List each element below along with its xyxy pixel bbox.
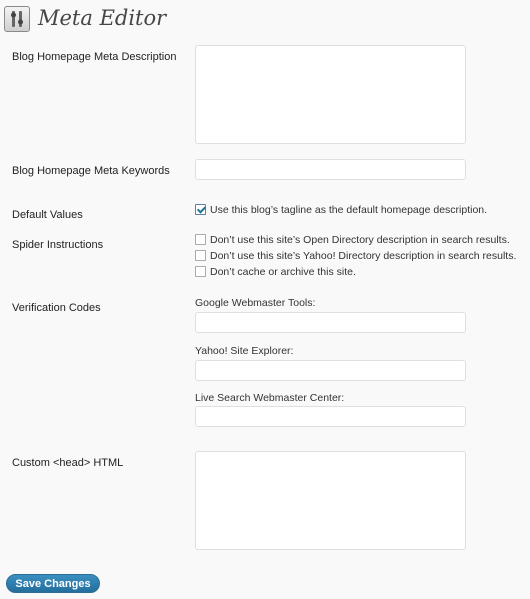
no-archive-checkbox[interactable] xyxy=(195,266,206,277)
yahoo-site-explorer-label: Yahoo! Site Explorer: xyxy=(195,345,294,357)
yahoo-site-explorer-input[interactable] xyxy=(195,360,466,381)
no-ydir-text: Don’t use this site’s Yahoo! Directory d… xyxy=(210,250,517,262)
homepage-keywords-input[interactable] xyxy=(195,159,466,180)
page-title: Meta Editor xyxy=(38,6,167,30)
meta-editor-tools-icon xyxy=(4,6,30,32)
no-odp-text: Don’t use this site’s Open Directory des… xyxy=(210,234,510,246)
homepage-description-label: Blog Homepage Meta Description xyxy=(12,51,177,63)
homepage-keywords-label: Blog Homepage Meta Keywords xyxy=(12,165,170,177)
no-archive-option[interactable]: Don’t cache or archive this site. xyxy=(195,266,356,280)
live-search-label: Live Search Webmaster Center: xyxy=(195,392,345,404)
homepage-description-textarea[interactable] xyxy=(195,45,466,144)
no-ydir-option[interactable]: Don’t use this site’s Yahoo! Directory d… xyxy=(195,250,516,264)
no-odp-checkbox[interactable] xyxy=(195,234,206,245)
verification-codes-label: Verification Codes xyxy=(12,302,101,314)
google-webmaster-input[interactable] xyxy=(195,312,466,333)
spider-instructions-label: Spider Instructions xyxy=(12,239,104,251)
no-archive-text: Don’t cache or archive this site. xyxy=(210,266,356,278)
no-ydir-checkbox[interactable] xyxy=(195,250,206,261)
custom-head-label: Custom <head> HTML xyxy=(12,457,124,469)
custom-head-textarea[interactable] xyxy=(195,451,466,550)
tagline-default-checkbox[interactable] xyxy=(195,204,206,215)
tagline-default-text: Use this blog’s tagline as the default h… xyxy=(210,204,488,216)
tagline-default-option[interactable]: Use this blog’s tagline as the default h… xyxy=(195,204,487,218)
save-changes-button[interactable]: Save Changes xyxy=(6,574,100,593)
default-values-label: Default Values xyxy=(12,209,83,221)
no-odp-option[interactable]: Don’t use this site’s Open Directory des… xyxy=(195,234,510,248)
google-webmaster-label: Google Webmaster Tools: xyxy=(195,297,316,309)
live-search-input[interactable] xyxy=(195,406,466,427)
